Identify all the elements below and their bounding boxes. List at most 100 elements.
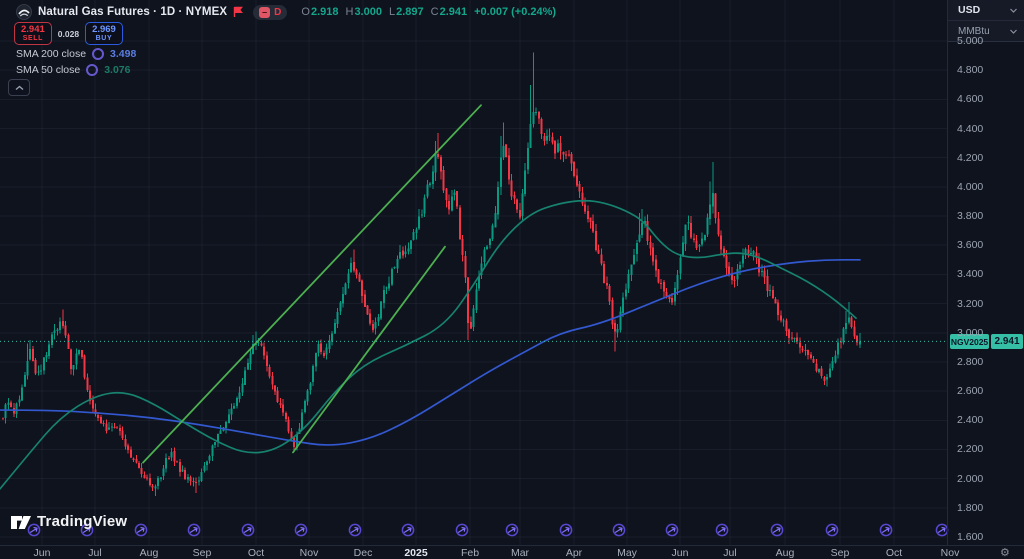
time-axis-label: Nov [300,547,319,559]
open-label: O [301,6,310,18]
currency-selector[interactable]: USD [948,0,1024,21]
low-value: 2.897 [396,6,424,18]
chevron-up-icon [15,85,24,91]
contract-rollover-icon[interactable] [505,523,519,537]
market-status-pill[interactable]: – D [253,5,287,20]
buy-button[interactable]: 2.969 BUY [85,22,123,45]
price-axis[interactable]: USD MMBtu NGV2025 2.941 5.0004.8004.6004… [947,0,1024,545]
contract-rollover-icon[interactable] [294,523,308,537]
time-axis-label: Jul [88,547,101,559]
price-axis-label: 2.000 [957,473,983,485]
currency-label: USD [958,4,980,16]
time-axis-label: Oct [248,547,264,559]
interval-letter: D [274,7,281,18]
time-axis-label: Jun [672,547,689,559]
watermark-text: TradingView [37,513,127,530]
contract-rollover-icon[interactable] [715,523,729,537]
contract-rollover-icon[interactable] [187,523,201,537]
change-value: +0.007 (+0.24%) [474,6,556,18]
high-value: 3.000 [354,6,382,18]
buy-label: BUY [96,35,113,42]
contract-rollover-icon[interactable] [559,523,573,537]
time-axis[interactable]: ⚙ Jun Jul Aug Sep Oct Nov Dec 2025 Feb Mar Apr May J… [0,545,1024,559]
indicator-status-icon [92,48,104,60]
ohlc-row: O2.918 H3.000 L2.897 C2.941 +0.007 (+0.2… [301,6,556,18]
contract-rollover-icon[interactable] [241,523,255,537]
price-axis-label: 4.200 [957,152,983,164]
price-axis-label: 1.600 [957,531,983,543]
time-axis-label: Aug [140,547,159,559]
time-axis-label: May [617,547,637,559]
time-axis-settings-gear-icon[interactable]: ⚙ [1000,546,1010,559]
last-price-badge: 2.941 [991,334,1023,349]
price-axis-label: 3.600 [957,239,983,251]
indicator-legend-sma200[interactable]: SMA 200 close 3.498 [16,48,136,60]
symbol-row: Natural Gas Futures · 1D · NYMEX – D O2.… [16,3,556,21]
chevron-down-icon [1010,29,1017,34]
tradingview-watermark[interactable]: TradingView [10,513,127,530]
trendlines-layer[interactable] [143,105,481,462]
price-axis-label: 3.000 [957,327,983,339]
symbol-legend: Natural Gas Futures · 1D · NYMEX – D O2.… [16,3,556,21]
time-axis-label: 2025 [404,547,427,559]
price-axis-label: 2.400 [957,414,983,426]
price-axis-label: 3.200 [957,298,983,310]
price-axis-label: 5.000 [957,35,983,47]
time-axis-label: Sep [193,547,212,559]
time-axis-label: Mar [511,547,529,559]
time-axis-label: Aug [776,547,795,559]
indicator-legend-sma50[interactable]: SMA 50 close 3.076 [16,64,130,76]
contract-rollover-icon[interactable] [401,523,415,537]
time-axis-label: Oct [886,547,902,559]
indicator-status-icon [86,64,98,76]
price-axis-label: 2.600 [957,385,983,397]
price-axis-label: 2.200 [957,443,983,455]
price-axis-label: 2.800 [957,356,983,368]
time-axis-label: Sep [831,547,850,559]
sma200-value: 3.498 [110,48,136,60]
sma200-label: SMA 200 close [16,48,86,60]
contract-rollover-icon[interactable] [825,523,839,537]
contract-rollover-icon[interactable] [770,523,784,537]
contract-rollover-icon[interactable] [665,523,679,537]
open-value: 2.918 [311,6,339,18]
contract-rollover-icon[interactable] [612,523,626,537]
time-axis-label: Dec [354,547,373,559]
legend-collapse-button[interactable] [8,79,30,96]
sma50-label: SMA 50 close [16,64,80,76]
sma50-value: 3.076 [104,64,130,76]
price-axis-label: 1.800 [957,502,983,514]
high-label: H [345,6,353,18]
order-panel: 2.941 SELL 0.028 2.969 BUY [14,22,123,45]
chevron-down-icon [1010,8,1017,13]
close-value: 2.941 [440,6,468,18]
time-axis-label: Jul [723,547,736,559]
close-label: C [431,6,439,18]
price-axis-label: 3.400 [957,268,983,280]
sell-price: 2.941 [21,25,45,35]
sell-button[interactable]: 2.941 SELL [14,22,52,45]
price-chart-canvas[interactable] [0,0,1024,559]
sma-200-line [0,260,860,445]
time-axis-label: Feb [461,547,479,559]
price-axis-label: 4.000 [957,181,983,193]
contract-rollover-icon[interactable] [134,523,148,537]
time-axis-label: Apr [566,547,582,559]
price-axis-label: 4.400 [957,123,983,135]
contract-rollover-icon[interactable] [455,523,469,537]
price-axis-label: 4.800 [957,64,983,76]
time-axis-label: Jun [34,547,51,559]
contract-rollover-icon[interactable] [879,523,893,537]
symbol-title[interactable]: Natural Gas Futures · 1D · NYMEX [38,6,227,18]
tradingview-chart-window: Natural Gas Futures · 1D · NYMEX – D O2.… [0,0,1024,559]
tradingview-logo-icon [10,514,32,530]
minus-icon: – [259,7,270,18]
price-axis-label: 4.600 [957,93,983,105]
sell-label: SELL [23,35,43,42]
buy-price: 2.969 [92,25,116,35]
contract-rollover-icon[interactable] [348,523,362,537]
price-axis-label: 3.800 [957,210,983,222]
flag-icon[interactable] [233,6,243,18]
symbol-logo-icon[interactable] [16,4,32,20]
spread-value: 0.028 [58,29,79,39]
